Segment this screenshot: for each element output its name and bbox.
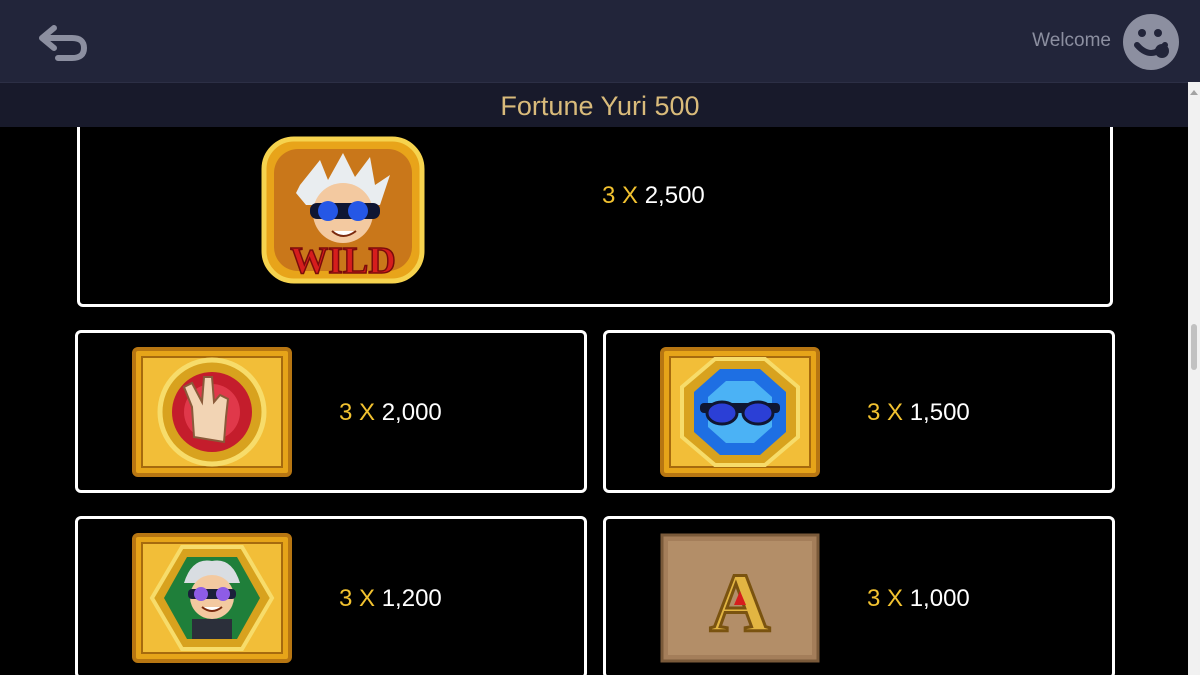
payout-sunglasses: 3 X 1,500 — [867, 399, 970, 427]
hand-gesture-symbol-icon — [132, 347, 292, 477]
letter-a-symbol-icon: A — [660, 533, 820, 663]
scrollbar[interactable] — [1188, 82, 1200, 675]
back-arrow-icon — [39, 25, 88, 61]
title-bar: Fortune Yuri 500 — [0, 82, 1200, 127]
payout-multiplier: 3 X — [867, 399, 904, 426]
payout-amount: 2,500 — [644, 182, 705, 209]
payout-hand: 3 X 2,000 — [339, 399, 442, 427]
sunglasses-gem-symbol-icon — [660, 347, 820, 477]
paytable-content: WILD 3 X 2,500 3 X 2,000 3 X 1,500 3 X 1… — [0, 127, 1188, 675]
payout-multiplier: 3 X — [339, 399, 376, 426]
yuri-character-symbol-icon — [132, 533, 292, 663]
paytable-card-sunglasses: 3 X 1,500 — [603, 330, 1115, 493]
payout-multiplier: 3 X — [867, 585, 904, 612]
payout-amount: 1,500 — [909, 399, 970, 426]
paytable-card-hand: 3 X 2,000 — [75, 330, 587, 493]
scroll-up-arrow-icon[interactable] — [1190, 90, 1198, 95]
avatar[interactable] — [1122, 13, 1180, 71]
paytable-card-a: A 3 X 1,000 — [603, 516, 1115, 675]
back-button[interactable] — [36, 22, 92, 62]
paytable-card-yuri: 3 X 1,200 — [75, 516, 587, 675]
payout-yuri: 3 X 1,200 — [339, 585, 442, 613]
payout-amount: 1,000 — [909, 585, 970, 612]
paytable-card-wild: WILD 3 X 2,500 — [77, 127, 1113, 307]
wild-symbol-text: WILD — [290, 240, 396, 282]
wild-symbol-icon: WILD — [261, 136, 425, 284]
welcome-label: Welcome — [1032, 30, 1111, 51]
payout-amount: 1,200 — [381, 585, 442, 612]
payout-a: 3 X 1,000 — [867, 585, 970, 613]
top-bar: Welcome — [0, 0, 1200, 82]
payout-multiplier: 3 X — [339, 585, 376, 612]
payout-wild: 3 X 2,500 — [602, 182, 705, 210]
page-title: Fortune Yuri 500 — [500, 91, 700, 121]
scroll-thumb[interactable] — [1191, 324, 1197, 370]
payout-multiplier: 3 X — [602, 182, 639, 209]
payout-amount: 2,000 — [381, 399, 442, 426]
user-avatar-icon — [1123, 14, 1179, 70]
